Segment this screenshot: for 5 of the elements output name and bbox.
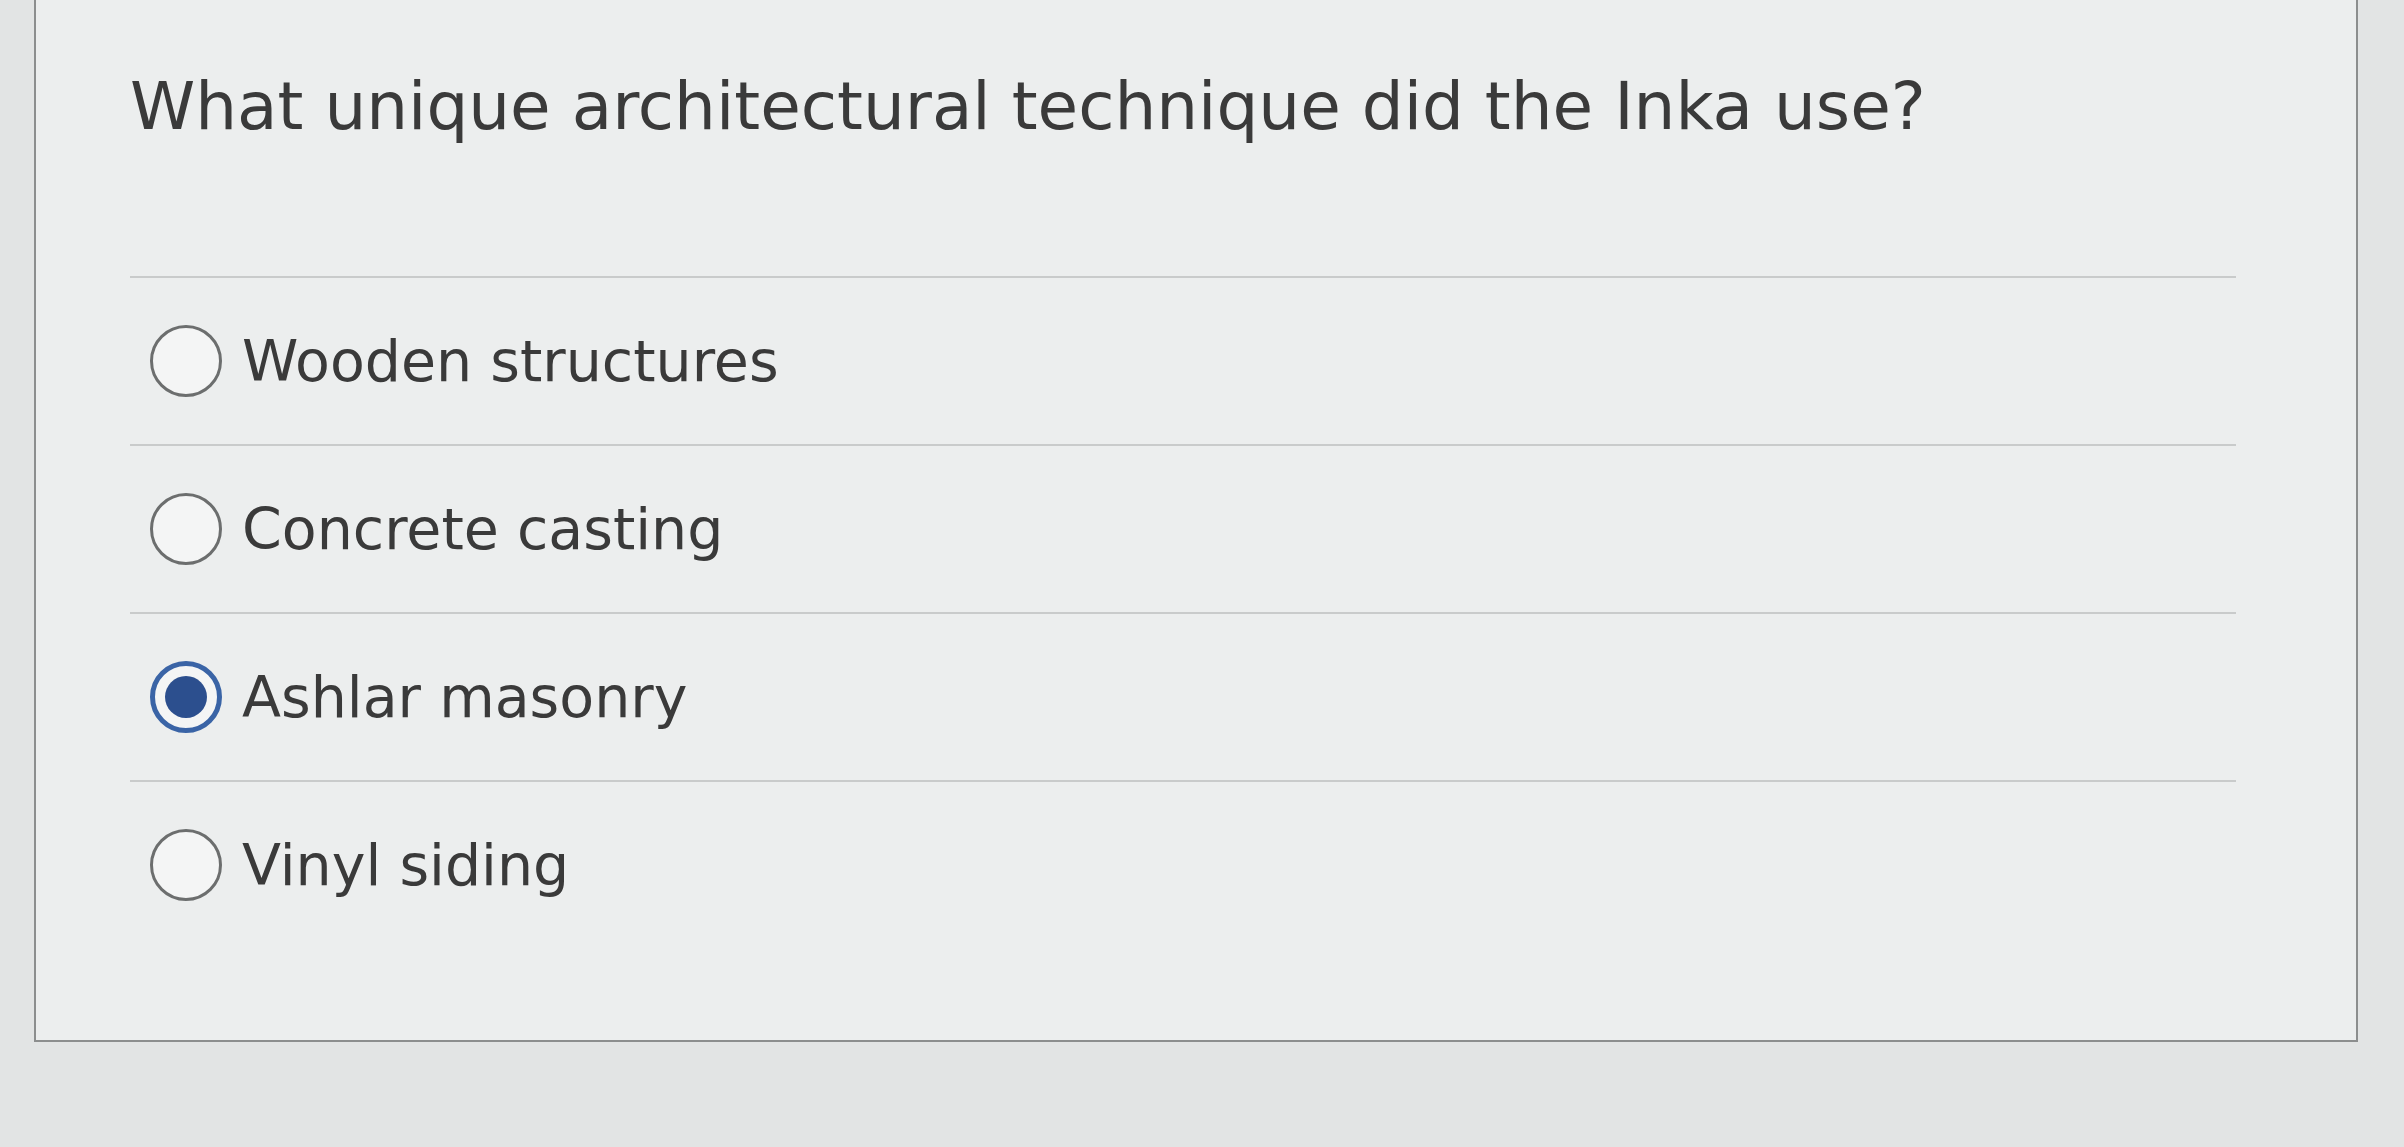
option-label[interactable]: Wooden structures [242,324,779,398]
option-label[interactable]: Vinyl siding [242,828,570,902]
option-label[interactable]: Concrete casting [242,492,724,566]
question-text: What unique architectural technique did the Inka use? [130,67,1926,147]
option-label[interactable]: Ashlar masonry [242,660,688,734]
